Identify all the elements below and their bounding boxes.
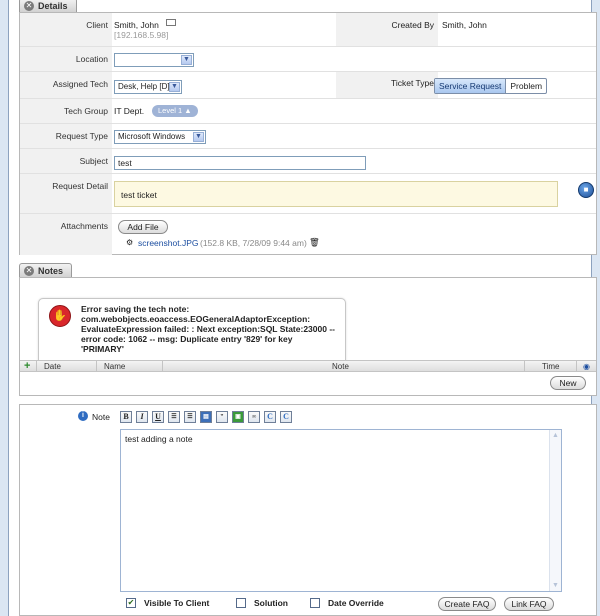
quote-icon[interactable]: " [216,411,228,423]
created-by-label: Created By [336,13,438,46]
image-icon[interactable]: ▣ [232,411,244,423]
subject-row: Subject test [20,149,596,174]
request-type-label: Request Type [20,124,112,148]
date-override-checkbox[interactable] [310,598,320,608]
clear-format-icon[interactable]: C [264,411,276,423]
ticket-type-label: Ticket Type [336,72,438,98]
notes-tab-label: Notes [38,266,64,276]
collapse-icon[interactable]: ✕ [24,266,34,276]
request-type-value: Microsoft Windows [118,132,186,141]
col-date[interactable]: Date [44,361,61,372]
request-type-row: Request Type Microsoft Windows ▼ [20,124,596,149]
note-editor-section: i Note B I U ☰ ☰ ▤ " ▣ ∞ C C test adding… [19,404,597,616]
source-icon[interactable]: C [280,411,292,423]
note-label: Note [92,412,110,422]
notes-section: ✋ Error saving the tech note: com.webobj… [19,277,597,396]
assigned-tech-select[interactable]: Desk, Help [D] ▼ [114,80,182,94]
ticket-window: ✕ Details Client Smith, John [192.168.5.… [8,0,597,616]
chevron-down-icon: ▼ [193,132,204,142]
notes-tab[interactable]: ✕ Notes [19,263,73,278]
stop-icon: ✋ [49,305,71,327]
note-textarea[interactable]: test adding a note ▲ ▼ [120,429,562,592]
email-icon[interactable] [166,19,176,26]
client-row: Client Smith, John [192.168.5.98] Create… [20,13,596,47]
underline-button[interactable]: U [152,411,164,423]
location-select[interactable]: ▼ [114,53,194,67]
assigned-tech-label: Assigned Tech [20,72,112,98]
tech-group-row: Tech Group IT Dept. Level 1 ▲ [20,99,596,124]
error-line: 'PRIMARY' [81,344,124,354]
client-ip: [192.168.5.98] [114,30,169,40]
date-override-label: Date Override [328,598,384,608]
error-message: Error saving the tech note: com.webobjec… [81,304,343,354]
tech-group-label: Tech Group [20,99,112,123]
numbered-list-icon[interactable]: ☰ [184,411,196,423]
assigned-tech-row: Assigned Tech Desk, Help [D] ▼ Ticket Ty… [20,72,596,99]
level-badge[interactable]: Level 1 ▲ [152,105,198,117]
error-line: Error saving the tech note: [81,304,190,314]
details-section: Client Smith, John [192.168.5.98] Create… [19,12,597,255]
info-icon: i [78,411,88,421]
visible-to-client-label: Visible To Client [144,598,210,608]
add-icon[interactable]: + [24,361,30,372]
notes-grid-header: + Date Name Note Time ◉ [20,360,596,372]
note-scrollbar[interactable]: ▲ ▼ [549,430,561,591]
request-detail-label: Request Detail [20,174,112,213]
error-line: com.webobjects.eoaccess.EOGeneralAdaptor… [81,314,311,324]
scroll-down-icon[interactable]: ▼ [552,582,559,589]
note-text: test adding a note [125,434,193,444]
col-note[interactable]: Note [332,361,349,372]
tech-group-value: IT Dept. [114,106,145,116]
attachments-label: Attachments [20,214,112,255]
error-line: EvaluateExpression failed: : Next except… [81,324,335,334]
link-faq-button[interactable]: Link FAQ [504,597,554,611]
eye-icon[interactable]: ◉ [583,361,590,372]
attachments-row: Attachments Add File ⚙ screenshot.JPG (1… [20,214,596,255]
ticket-type-problem[interactable]: Problem [506,79,546,93]
location-row: Location ▼ [20,47,596,72]
attachment-meta: (152.8 KB, 7/28/09 9:44 am) [200,238,307,248]
solution-checkbox[interactable] [236,598,246,608]
level-label: Level 1 [158,106,183,115]
attachment-icon: ⚙ [126,238,134,247]
create-faq-button[interactable]: Create FAQ [438,597,496,611]
col-name[interactable]: Name [104,361,125,372]
chevron-down-icon: ▼ [181,55,192,65]
collapse-icon[interactable]: ✕ [24,1,34,11]
lock-icon[interactable]: ■ [578,182,594,198]
request-detail-row: Request Detail test ticket ■ [20,174,596,214]
request-detail-box[interactable]: test ticket [114,181,558,207]
created-by-value: Smith, John [442,20,487,30]
request-type-select[interactable]: Microsoft Windows ▼ [114,130,206,144]
visible-to-client-checkbox[interactable]: ✔ [126,598,136,608]
scroll-up-icon[interactable]: ▲ [552,432,559,439]
error-line: error code: 1062 -- msg: Duplicate entry… [81,334,293,344]
assigned-tech-value: Desk, Help [D] [118,82,170,91]
col-time[interactable]: Time [542,361,559,372]
subject-input[interactable]: test [114,156,366,170]
italic-button[interactable]: I [136,411,148,423]
chevron-down-icon: ▼ [169,82,180,92]
bullet-list-icon[interactable]: ☰ [168,411,180,423]
ticket-type-toggle[interactable]: Service Request Problem [434,78,548,94]
solution-label: Solution [254,598,288,608]
bold-button[interactable]: B [120,411,132,423]
subject-label: Subject [20,149,112,173]
arrow-up-icon: ▲ [184,106,192,115]
client-name[interactable]: Smith, John [114,20,159,30]
trash-icon[interactable]: 🗑 [309,237,320,248]
attachment-link[interactable]: screenshot.JPG [138,238,198,248]
new-note-button[interactable]: New [550,376,586,390]
location-label: Location [20,47,112,71]
link-icon[interactable]: ∞ [248,411,260,423]
client-label: Client [20,13,112,46]
ticket-type-service-request[interactable]: Service Request [435,79,507,93]
indent-icon[interactable]: ▤ [200,411,212,423]
add-file-button[interactable]: Add File [118,220,168,234]
error-box: ✋ Error saving the tech note: com.webobj… [38,298,346,366]
